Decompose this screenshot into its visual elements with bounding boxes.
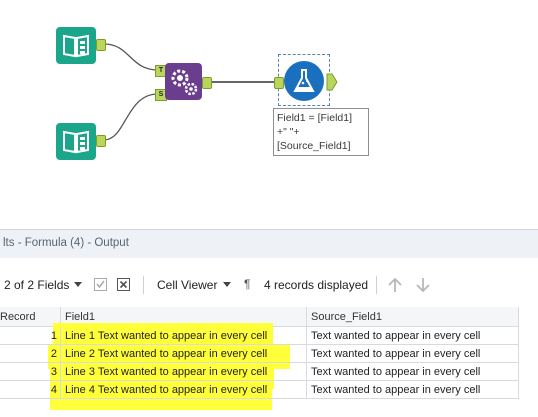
- close-box-icon[interactable]: [117, 278, 130, 291]
- input-tool-2[interactable]: [56, 123, 96, 160]
- annotation-line-1: Field1 = [Field1]: [277, 112, 352, 124]
- gear-icon: [171, 69, 198, 96]
- formula-tool[interactable]: [284, 61, 324, 101]
- annotation-line-3: [Source_Field1]: [277, 140, 351, 152]
- checkbox-icon[interactable]: [94, 278, 107, 291]
- table-row-source[interactable]: Text wanted to appear in every cell: [307, 381, 519, 399]
- dropdown-arrow-icon[interactable]: [223, 282, 231, 288]
- pilcrow-icon[interactable]: ¶: [244, 277, 250, 291]
- column-header-source-field1[interactable]: Source_Field1: [307, 307, 519, 327]
- flask-icon: [293, 69, 315, 92]
- table-row-field1[interactable]: Line 2 Text wanted to appear in every ce…: [61, 345, 307, 363]
- table-row-record[interactable]: 2: [0, 345, 61, 363]
- cell-viewer-selector[interactable]: Cell Viewer: [157, 278, 217, 292]
- table-row-field1[interactable]: Line 1 Text wanted to appear in every ce…: [61, 327, 307, 345]
- table-row-field1[interactable]: Line 4 Text wanted to appear in every ce…: [61, 381, 307, 399]
- annotation-line-2: +" "+: [277, 126, 300, 138]
- table-row-record[interactable]: 4: [0, 381, 61, 399]
- table-row-record[interactable]: 1: [0, 327, 61, 345]
- table-row-field1[interactable]: Line 3 Text wanted to appear in every ce…: [61, 363, 307, 381]
- append-output-anchor[interactable]: [202, 77, 212, 89]
- arrow-down-icon[interactable]: [415, 277, 431, 293]
- results-header: lts - Formula (4) - Output: [0, 229, 538, 259]
- arrow-up-icon[interactable]: [387, 277, 403, 293]
- input-tool-1[interactable]: [56, 27, 96, 64]
- column-header-record[interactable]: Record: [0, 307, 61, 327]
- table-row-source[interactable]: Text wanted to appear in every cell: [307, 345, 519, 363]
- records-count: 4 records displayed: [264, 278, 369, 292]
- table-row-source[interactable]: Text wanted to appear in every cell: [307, 327, 519, 345]
- append-fields-tool[interactable]: [165, 63, 202, 100]
- dropdown-arrow-icon[interactable]: [74, 282, 82, 288]
- results-toolbar: 2 of 2 Fields Cell Viewer ¶ 4 records di…: [0, 258, 538, 302]
- workflow-canvas[interactable]: T S Field1 = [Field1] +" "+ [Source_Fiel…: [0, 0, 538, 228]
- formula-input-anchor[interactable]: [274, 77, 284, 89]
- formula-output-anchor[interactable]: [326, 73, 338, 91]
- table-row-source[interactable]: Text wanted to appear in every cell: [307, 363, 519, 381]
- formula-annotation[interactable]: Field1 = [Field1] +" "+ [Source_Field1]: [273, 108, 369, 156]
- toolbar-separator: [376, 276, 377, 294]
- toolbar-separator: [143, 276, 144, 294]
- book-icon: [63, 34, 89, 58]
- table-row-record[interactable]: 3: [0, 363, 61, 381]
- input-1-output-anchor[interactable]: [96, 39, 106, 51]
- book-icon: [63, 130, 89, 154]
- input-2-output-anchor[interactable]: [96, 135, 106, 147]
- fields-selector[interactable]: 2 of 2 Fields: [4, 278, 69, 292]
- results-grid: Record Field1 Source_Field1 1 Line 1 Tex…: [0, 307, 538, 417]
- results-title: lts - Formula (4) - Output: [3, 237, 129, 249]
